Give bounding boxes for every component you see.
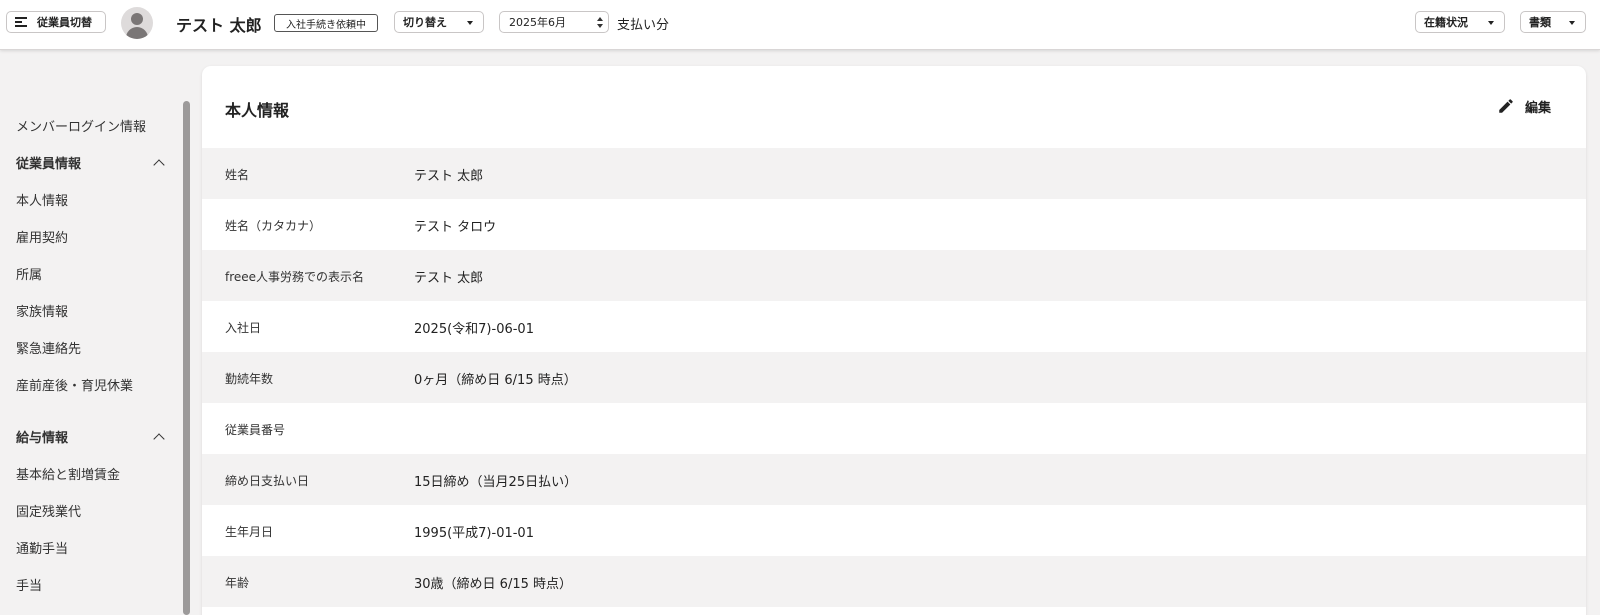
row-value: 2025(令和7)-06-01 <box>414 322 534 337</box>
row-value: テスト 太郎 <box>414 169 484 184</box>
info-row-name: 姓名 テスト 太郎 <box>202 148 1586 199</box>
row-label: freee人事労務での表示名 <box>225 270 365 284</box>
row-value: テスト 太郎 <box>414 271 484 286</box>
card-title: 本人情報 <box>225 101 290 120</box>
sidebar-scrollbar[interactable] <box>183 101 190 615</box>
pencil-icon <box>1499 99 1513 113</box>
toggle-label: 切り替え <box>403 16 447 29</box>
sidebar-item-member-login[interactable]: メンバーログイン情報 <box>16 116 146 135</box>
row-label: 入社日 <box>225 321 262 335</box>
sidebar-item-leave[interactable]: 産前産後・育児休業 <box>16 375 133 394</box>
row-label: 締め日支払い日 <box>225 474 310 488</box>
employee-name: テスト 太郎 <box>176 16 262 35</box>
row-label: 勤続年数 <box>225 372 274 386</box>
enrollment-label: 在籍状況 <box>1424 16 1468 29</box>
employee-switch-button[interactable]: 従業員切替 <box>6 11 106 33</box>
edit-label: 編集 <box>1525 100 1552 116</box>
employee-switch-label: 従業員切替 <box>37 16 92 29</box>
sidebar-section-salary[interactable]: 給与情報 <box>16 427 68 446</box>
sidebar-item-commute[interactable]: 通勤手当 <box>16 538 68 557</box>
chevron-down-icon <box>467 21 473 25</box>
row-label: 姓名（カタカナ） <box>225 219 322 233</box>
row-value: 0ヶ月（締め日 6/15 時点） <box>414 373 577 388</box>
list-collapse-icon <box>15 17 29 27</box>
info-row-birthdate: 生年月日 1995(平成7)-01-01 <box>202 505 1586 556</box>
row-value: 1995(平成7)-01-01 <box>414 526 534 541</box>
avatar-icon <box>121 7 153 39</box>
row-value: 30歳（締め日 6/15 時点） <box>414 577 572 592</box>
personal-info-card: 本人情報 編集 姓名 テスト 太郎 姓名（カタカナ） テスト タロウ freee… <box>202 66 1586 615</box>
row-label: 生年月日 <box>225 525 274 539</box>
status-badge: 入社手続き依頼中 <box>274 14 378 32</box>
pay-period-label: 支払い分 <box>617 18 670 33</box>
documents-button[interactable]: 書類 <box>1520 11 1586 33</box>
sidebar-item-affiliation[interactable]: 所属 <box>16 264 42 283</box>
sidebar-item-personal-info[interactable]: 本人情報 <box>16 190 68 209</box>
top-bar: 従業員切替 テスト 太郎 入社手続き依頼中 切り替え 2025年6月 支払い分 … <box>0 0 1600 50</box>
toggle-dropdown-button[interactable]: 切り替え <box>394 11 484 33</box>
sidebar-item-base-salary[interactable]: 基本給と割増賃金 <box>16 464 120 483</box>
info-row-tenure: 勤続年数 0ヶ月（締め日 6/15 時点） <box>202 352 1586 403</box>
edit-button[interactable]: 編集 <box>1497 95 1551 117</box>
sidebar-item-emergency-contact[interactable]: 緊急連絡先 <box>16 338 81 357</box>
sidebar-item-allowance[interactable]: 手当 <box>16 575 42 594</box>
sidebar-item-employment-contract[interactable]: 雇用契約 <box>16 227 68 246</box>
info-row-employee-number: 従業員番号 <box>202 403 1586 454</box>
chevron-up-icon[interactable] <box>153 433 165 445</box>
month-select[interactable]: 2025年6月 <box>499 11 609 33</box>
chevron-up-icon[interactable] <box>153 159 165 171</box>
info-row-name-kana: 姓名（カタカナ） テスト タロウ <box>202 199 1586 250</box>
chevron-down-icon <box>1488 21 1494 25</box>
chevron-down-icon <box>1569 21 1575 25</box>
documents-label: 書類 <box>1529 16 1551 29</box>
enrollment-status-button[interactable]: 在籍状況 <box>1415 11 1505 33</box>
sidebar-item-family[interactable]: 家族情報 <box>16 301 68 320</box>
select-arrows-icon <box>597 17 603 28</box>
row-label: 年齢 <box>225 576 250 590</box>
info-table: 姓名 テスト 太郎 姓名（カタカナ） テスト タロウ freee人事労務での表示… <box>202 148 1586 607</box>
info-row-age: 年齢 30歳（締め日 6/15 時点） <box>202 556 1586 607</box>
info-row-pay-schedule: 締め日支払い日 15日締め（当月25日払い） <box>202 454 1586 505</box>
row-value: テスト タロウ <box>414 220 497 235</box>
info-row-hire-date: 入社日 2025(令和7)-06-01 <box>202 301 1586 352</box>
sidebar-section-employee[interactable]: 従業員情報 <box>16 153 81 172</box>
info-row-display-name: freee人事労務での表示名 テスト 太郎 <box>202 250 1586 301</box>
row-label: 従業員番号 <box>225 423 286 437</box>
row-label: 姓名 <box>225 168 250 182</box>
sidebar-item-fixed-overtime[interactable]: 固定残業代 <box>16 501 81 520</box>
month-value: 2025年6月 <box>509 16 566 29</box>
row-value: 15日締め（当月25日払い） <box>414 475 578 490</box>
